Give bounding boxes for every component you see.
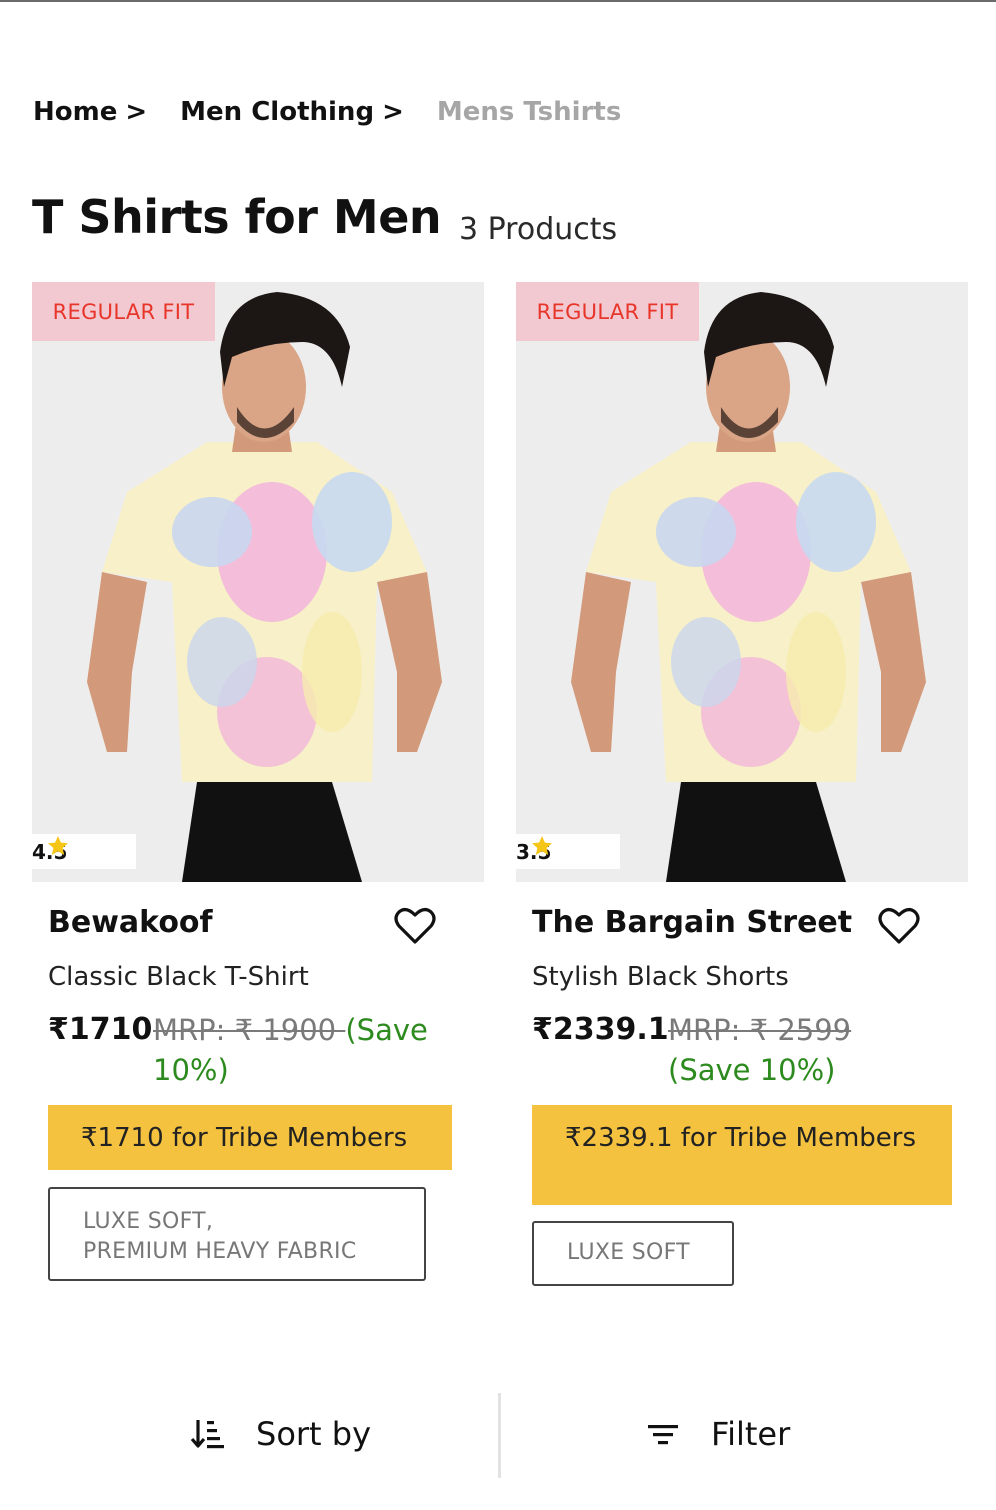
model-illustration	[516, 282, 968, 882]
breadcrumb-men-clothing[interactable]: Men Clothing	[180, 97, 374, 127]
sort-label: Sort by	[256, 1415, 372, 1453]
star-icon	[48, 836, 68, 855]
star-icon	[532, 836, 552, 855]
product-image[interactable]: REGULAR FIT 4.5	[32, 282, 484, 882]
fabric-tag-line: PREMIUM HEAVY FABRIC	[83, 1239, 357, 1264]
breadcrumb: Home > Men Clothing > Mens Tshirts	[33, 94, 621, 130]
fit-badge: REGULAR FIT	[516, 282, 699, 341]
product-card[interactable]: REGULAR FIT 3.5 The Bargain Street Styli…	[516, 282, 968, 1286]
product-name: Classic Black T-Shirt	[48, 962, 309, 992]
breadcrumb-current: Mens Tshirts	[436, 97, 622, 127]
top-border	[0, 0, 996, 2]
mrp-price: MRP: ₹ 1900	[153, 1013, 346, 1047]
filter-button[interactable]: Filter	[645, 1415, 790, 1453]
product-card[interactable]: REGULAR FIT 4.5 Bewakoof Classic Black T…	[32, 282, 484, 1281]
tribe-price-banner: ₹2339.1 for Tribe Members	[532, 1105, 952, 1205]
sort-button[interactable]: Sort by	[190, 1415, 371, 1453]
fit-badge: REGULAR FIT	[32, 282, 215, 341]
toolbar-divider	[498, 1393, 501, 1478]
fabric-tag: LUXE SOFT	[532, 1221, 734, 1286]
heart-icon[interactable]	[878, 906, 920, 946]
save-percent: (Save 10%)	[668, 1053, 836, 1087]
tribe-price-banner: ₹1710 for Tribe Members	[48, 1105, 452, 1170]
product-image[interactable]: REGULAR FIT 3.5	[516, 282, 968, 882]
brand-name: The Bargain Street	[532, 905, 853, 940]
breadcrumb-home[interactable]: Home	[33, 97, 117, 127]
sort-icon	[190, 1420, 224, 1449]
mrp-price: MRP: ₹ 2599	[668, 1013, 852, 1047]
heart-icon[interactable]	[394, 906, 436, 946]
price: ₹1710	[48, 1012, 153, 1047]
model-illustration	[32, 282, 484, 882]
rating-badge: 3.5	[516, 834, 620, 869]
filter-icon	[648, 1425, 678, 1445]
product-count: 3 Products	[459, 212, 618, 247]
product-name: Stylish Black Shorts	[532, 962, 789, 992]
brand-name: Bewakoof	[48, 905, 213, 940]
price: ₹2339.1	[532, 1012, 669, 1047]
filter-label: Filter	[711, 1415, 791, 1453]
rating-badge: 4.5	[32, 834, 136, 869]
price-details: MRP: ₹ 1900 (Save 10%)	[153, 1010, 463, 1090]
fabric-tag: LUXE SOFT, PREMIUM HEAVY FABRIC	[48, 1187, 426, 1281]
page-title: T Shirts for Men	[32, 190, 442, 244]
price-details: MRP: ₹ 2599 (Save 10%)	[668, 1010, 948, 1090]
breadcrumb-separator: >	[382, 97, 404, 127]
bottom-toolbar: Sort by Filter	[0, 1385, 996, 1485]
breadcrumb-separator: >	[125, 97, 148, 127]
fabric-tag-line: LUXE SOFT,	[83, 1209, 214, 1234]
